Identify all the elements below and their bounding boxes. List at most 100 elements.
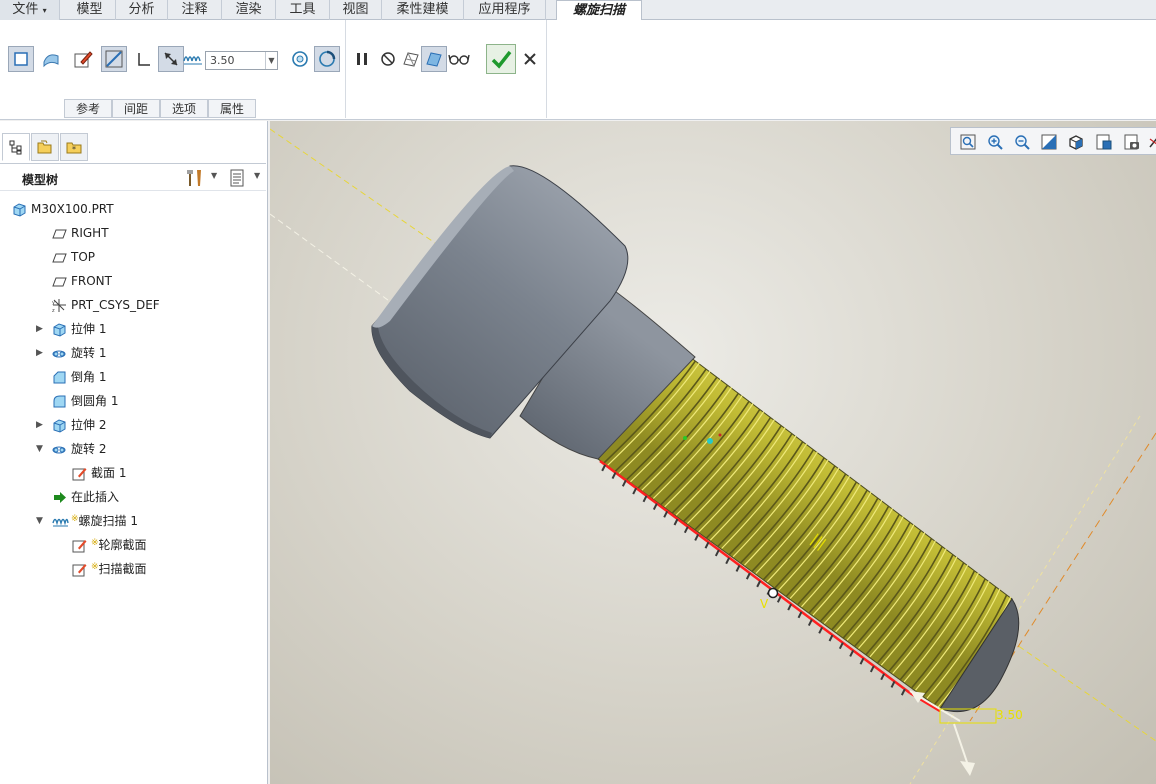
subtab-properties[interactable]: 属性 xyxy=(208,99,256,118)
tree-item[interactable]: 倒角 1 xyxy=(0,367,266,387)
tree-item[interactable]: TOP xyxy=(0,247,266,267)
show-button[interactable]: ▼ xyxy=(228,167,264,189)
tree-item-label: ※扫描截面 xyxy=(91,559,147,581)
tree-settings-button[interactable]: ▼ xyxy=(184,167,220,189)
ok-button[interactable] xyxy=(486,44,516,74)
tree-item-text: 截面 1 xyxy=(91,466,127,480)
tree-item[interactable]: ▶ 旋转 1 xyxy=(0,343,266,363)
surface-icon xyxy=(43,54,59,68)
saved-orientations-button[interactable] xyxy=(1094,132,1114,152)
subtab-references[interactable]: 参考 xyxy=(64,99,112,118)
feature-preview-button[interactable] xyxy=(421,46,447,72)
datum-plane-icon xyxy=(52,226,67,241)
tree-item-label: 旋转 2 xyxy=(71,439,106,459)
chevron-right-icon[interactable]: ▶ xyxy=(36,343,46,363)
chevron-right-icon[interactable]: ▶ xyxy=(36,319,46,339)
tab-applications[interactable]: 应用程序 xyxy=(464,0,546,20)
zoom-fit-icon xyxy=(960,134,976,150)
file-menu[interactable]: 文件 ▾ xyxy=(0,0,60,20)
thread-tooth xyxy=(828,634,834,642)
through-axis-button[interactable] xyxy=(101,46,127,72)
sketch-button[interactable] xyxy=(70,46,96,72)
tab-helical-sweep[interactable]: 螺旋扫描 xyxy=(556,0,642,21)
tree-item[interactable]: 倒圆角 1 xyxy=(0,391,266,411)
tree-item[interactable]: ※轮廓截面 xyxy=(0,535,266,555)
thread-tooth xyxy=(683,526,689,534)
tree-item[interactable]: ▶ 拉伸 1 xyxy=(0,319,266,339)
no-preview-icon xyxy=(381,52,395,66)
graphics-viewport[interactable]: V ||| 3.50 xyxy=(270,121,1156,784)
tab-label: 注释 xyxy=(181,2,208,17)
thread-tooth xyxy=(704,541,710,549)
new-feature-icon: ※ xyxy=(91,562,99,572)
tab-favorites[interactable]: * xyxy=(60,133,88,161)
tree-item[interactable]: 截面 1 xyxy=(0,463,266,483)
preview-mesh-icon xyxy=(403,52,419,67)
left-hand-rule-icon xyxy=(292,51,308,67)
tree-item[interactable]: ▼ ※螺旋扫描 1 xyxy=(0,511,266,531)
start-point-marker[interactable] xyxy=(767,587,779,599)
pitch-button[interactable] xyxy=(183,48,203,70)
thread-tooth xyxy=(838,642,844,650)
csys-marker xyxy=(718,433,722,437)
subtab-pitch[interactable]: 间距 xyxy=(112,99,160,118)
tree-item[interactable]: M30X100.PRT xyxy=(0,199,266,219)
tree-item[interactable]: y z PRT_CSYS_DEF xyxy=(0,295,266,315)
subtab-label: 间距 xyxy=(123,102,148,116)
tree-item[interactable]: ▼ 旋转 2 xyxy=(0,439,266,459)
thread-tooth xyxy=(632,487,638,495)
view-manager-button[interactable] xyxy=(1122,132,1142,152)
tab-render[interactable]: 渲染 xyxy=(222,0,276,20)
tab-annotate[interactable]: 注释 xyxy=(168,0,222,20)
tab-view[interactable]: 视图 xyxy=(330,0,382,20)
tree-item-label: 倒圆角 1 xyxy=(71,391,118,411)
thread-tooth xyxy=(869,665,875,673)
saved-views-icon xyxy=(1096,134,1112,150)
pause-button[interactable] xyxy=(349,46,375,72)
zoom-in-button[interactable] xyxy=(985,132,1005,152)
direction-button[interactable] xyxy=(158,46,184,72)
list-icon xyxy=(230,169,244,187)
more-view-tools-button[interactable] xyxy=(1147,132,1156,152)
refit-button[interactable] xyxy=(958,132,978,152)
tab-model-tree[interactable] xyxy=(2,133,30,161)
close-icon xyxy=(524,53,536,65)
solid-button[interactable] xyxy=(8,46,34,72)
cancel-button[interactable] xyxy=(517,46,543,72)
zoom-out-button[interactable] xyxy=(1012,132,1032,152)
right-hand-button[interactable] xyxy=(314,46,340,72)
pitch-dimension-label[interactable]: 3.50 xyxy=(996,708,1023,722)
tree-item-text: FRONT xyxy=(71,274,112,288)
left-hand-button[interactable] xyxy=(287,46,313,72)
tree-item[interactable]: 在此插入 xyxy=(0,487,266,507)
sketch-icon xyxy=(72,538,87,553)
model-scene[interactable]: V ||| 3.50 xyxy=(270,121,1156,784)
pitch-input[interactable]: 3.50 ▼ xyxy=(205,51,278,70)
tree-item[interactable]: RIGHT xyxy=(0,223,266,243)
tab-tools[interactable]: 工具 xyxy=(276,0,330,20)
tab-model[interactable]: 模型 xyxy=(64,0,116,20)
tab-flexible-modeling[interactable]: 柔性建模 xyxy=(382,0,464,20)
thread-tooth xyxy=(663,510,669,518)
chevron-down-icon[interactable]: ▼ xyxy=(265,52,277,69)
chevron-down-icon[interactable]: ▼ xyxy=(36,439,46,459)
tree-item[interactable]: ▶ 拉伸 2 xyxy=(0,415,266,435)
thread-tooth xyxy=(756,580,762,588)
thread-tooth xyxy=(859,657,865,665)
chevron-down-icon[interactable]: ▼ xyxy=(36,511,46,531)
tree-item[interactable]: ※扫描截面 xyxy=(0,559,266,579)
repaint-button[interactable] xyxy=(1039,132,1059,152)
tree-item-label: ※轮廓截面 xyxy=(91,535,147,557)
subtab-options[interactable]: 选项 xyxy=(160,99,208,118)
tree-item-text: 螺旋扫描 1 xyxy=(78,514,138,528)
display-style-button[interactable] xyxy=(1066,132,1086,152)
tab-folder-browser[interactable] xyxy=(31,133,59,161)
normal-trajectory-button[interactable] xyxy=(131,46,157,72)
chevron-right-icon[interactable]: ▶ xyxy=(36,415,46,435)
thread-tooth xyxy=(621,479,627,487)
tab-analysis[interactable]: 分析 xyxy=(116,0,168,20)
surface-button[interactable] xyxy=(38,46,64,72)
verify-button[interactable] xyxy=(446,46,472,72)
tree-item[interactable]: FRONT xyxy=(0,271,266,291)
ribbon-separator xyxy=(345,20,346,118)
